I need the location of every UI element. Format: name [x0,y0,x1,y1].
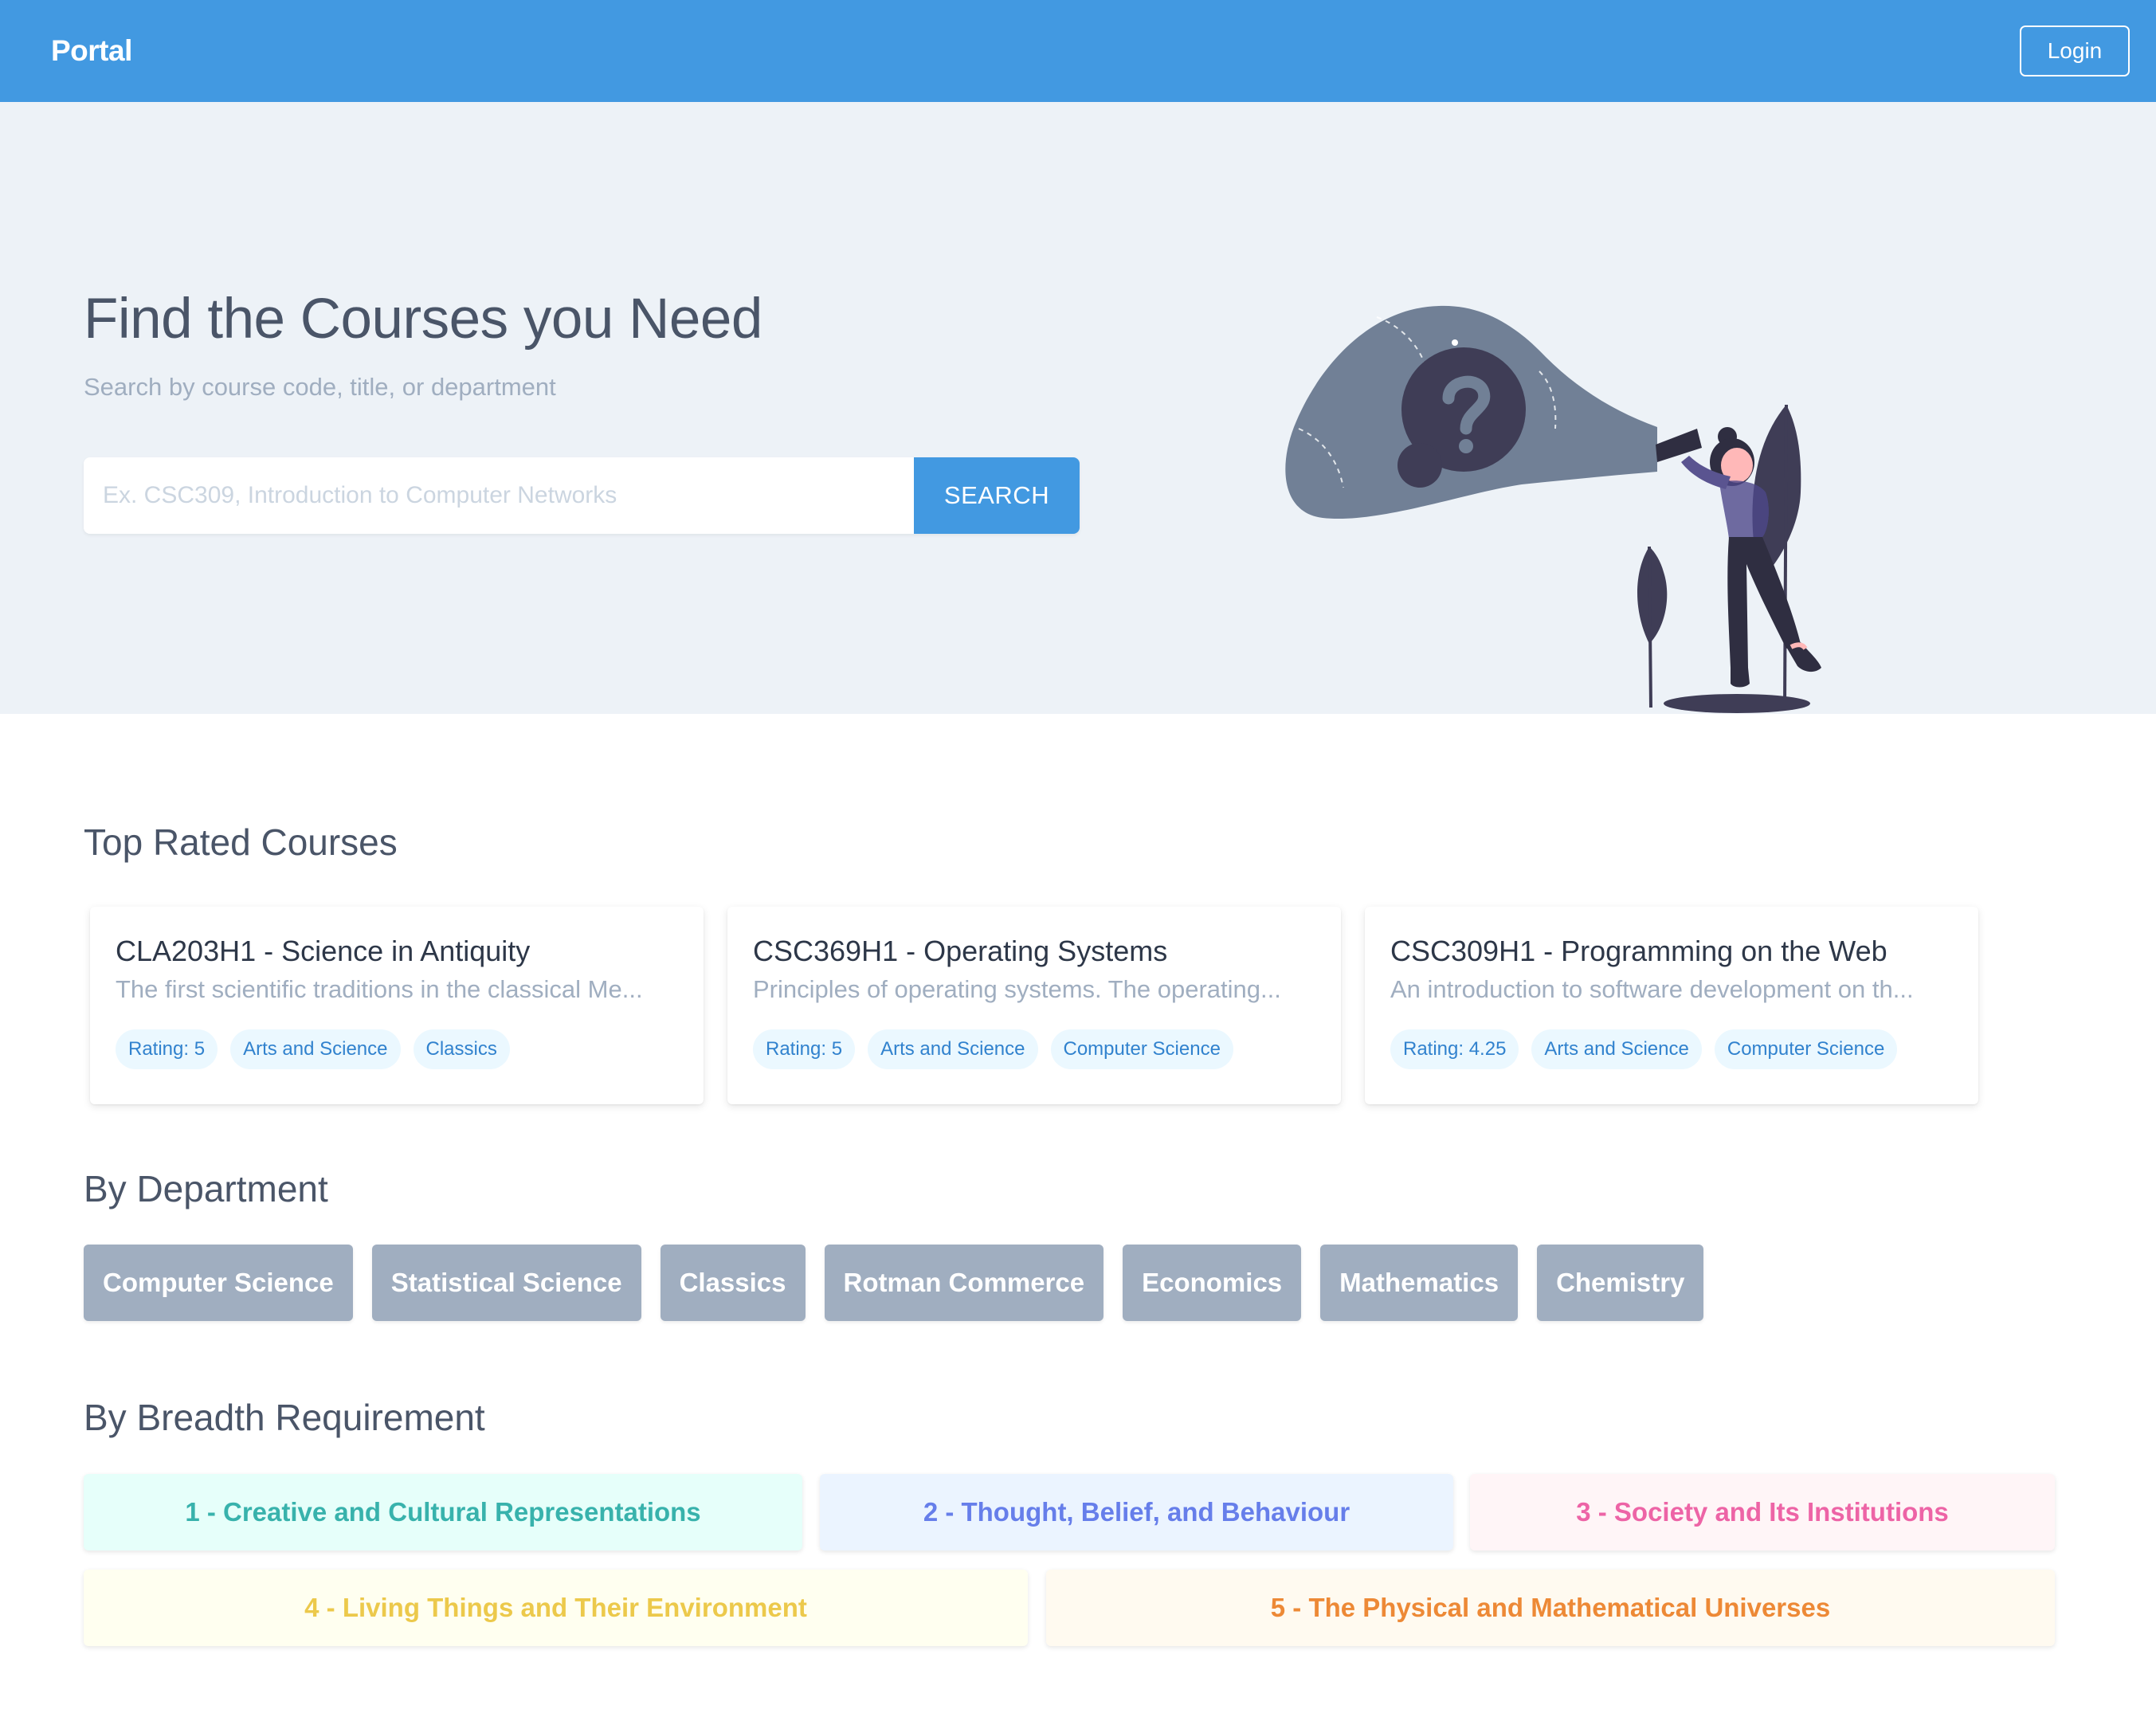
course-card[interactable]: CSC369H1 - Operating Systems Principles … [727,907,1341,1104]
department-tag: Classics [413,1029,510,1069]
rating-tag: Rating: 5 [116,1029,218,1069]
course-card[interactable]: CSC309H1 - Programming on the Web An int… [1365,907,1978,1104]
department-button-classics[interactable]: Classics [660,1245,806,1321]
course-title[interactable]: CSC369H1 - Operating Systems [753,934,1315,969]
breadth-button-2[interactable]: 2 - Thought, Belief, and Behaviour [820,1474,1453,1550]
faculty-tag: Arts and Science [1531,1029,1702,1069]
department-button-computer-science[interactable]: Computer Science [84,1245,353,1321]
rating-tag: Rating: 5 [753,1029,856,1069]
course-title[interactable]: CSC309H1 - Programming on the Web [1390,934,1953,969]
department-button-rotman-commerce[interactable]: Rotman Commerce [824,1245,1104,1321]
course-tags: Rating: 5 Arts and Science Computer Scie… [753,1029,1315,1069]
department-button-economics[interactable]: Economics [1123,1245,1302,1321]
top-rated-heading: Top Rated Courses [84,821,398,863]
course-description: The first scientific traditions in the c… [116,975,643,1003]
login-button[interactable]: Login [2020,25,2130,76]
hero-title: Find the Courses you Need [84,288,762,351]
department-tag: Computer Science [1714,1029,1898,1069]
faculty-tag: Arts and Science [230,1029,401,1069]
search-button[interactable]: SEARCH [914,457,1080,534]
breadth-button-4[interactable]: 4 - Living Things and Their Environment [84,1570,1028,1646]
search-bar: SEARCH [84,457,1080,534]
faculty-tag: Arts and Science [868,1029,1038,1069]
department-heading: By Department [84,1168,328,1209]
course-description: Principles of operating systems. The ope… [753,975,1281,1003]
navbar: Portal Login [0,0,2156,102]
department-tag: Computer Science [1050,1029,1233,1069]
search-input[interactable] [84,457,914,534]
department-button-chemistry[interactable]: Chemistry [1537,1245,1704,1321]
course-description: An introduction to software development … [1390,975,1914,1003]
brand-logo[interactable]: Portal [51,34,132,68]
department-list: Computer Science Statistical Science Cla… [84,1245,1704,1321]
hero-subtitle: Search by course code, title, or departm… [84,373,556,401]
breadth-heading: By Breadth Requirement [84,1397,485,1438]
course-title[interactable]: CLA203H1 - Science in Antiquity [116,934,678,969]
breadth-button-3[interactable]: 3 - Society and Its Institutions [1470,1474,2055,1550]
hero-section: Find the Courses you Need Search by cour… [0,102,2156,714]
department-button-mathematics[interactable]: Mathematics [1320,1245,1519,1321]
breadth-button-5[interactable]: 5 - The Physical and Mathematical Univer… [1046,1570,2055,1646]
department-button-statistical-science[interactable]: Statistical Science [371,1245,641,1321]
course-tags: Rating: 5 Arts and Science Classics [116,1029,678,1069]
course-tags: Rating: 4.25 Arts and Science Computer S… [1390,1029,1953,1069]
breadth-button-1[interactable]: 1 - Creative and Cultural Representation… [84,1474,802,1550]
course-card[interactable]: CLA203H1 - Science in Antiquity The firs… [90,907,704,1104]
person-with-flashlight-question-icon [1285,305,1821,713]
rating-tag: Rating: 4.25 [1390,1029,1519,1069]
